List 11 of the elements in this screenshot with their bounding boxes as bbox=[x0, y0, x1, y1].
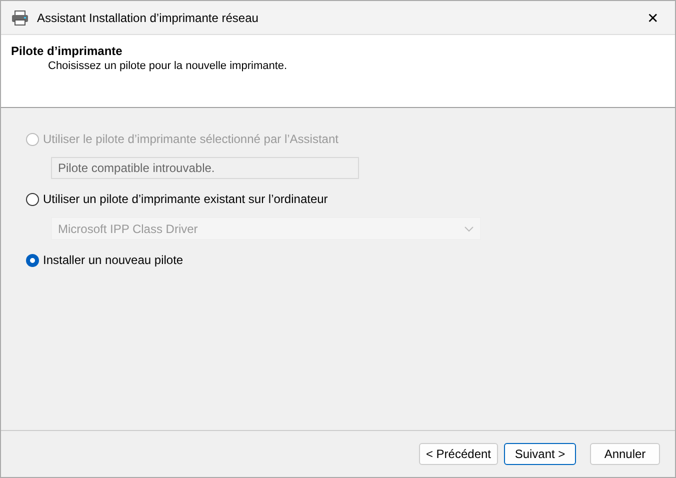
wizard-button[interactable]: Annuler bbox=[590, 443, 660, 465]
wizard-button[interactable]: Suivant > bbox=[504, 443, 576, 465]
close-button[interactable]: ✕ bbox=[641, 10, 665, 26]
page-title: Pilote d’imprimante bbox=[11, 44, 124, 58]
chevron-icon bbox=[464, 226, 474, 232]
radio-option[interactable]: Utiliser un pilote d’imprimante existant sur l’ordinateur bbox=[26, 192, 328, 206]
window-title: Assistant Installation d’imprimante réseau bbox=[37, 10, 260, 24]
page-subtitle: Choisissez un pilote pour la nouvelle imprimante. bbox=[47, 60, 288, 72]
wizard-button[interactable]: < Précédent bbox=[418, 443, 498, 465]
radio-option[interactable]: Installer un nouveau pilote bbox=[26, 253, 184, 267]
printer-icon bbox=[11, 10, 29, 26]
